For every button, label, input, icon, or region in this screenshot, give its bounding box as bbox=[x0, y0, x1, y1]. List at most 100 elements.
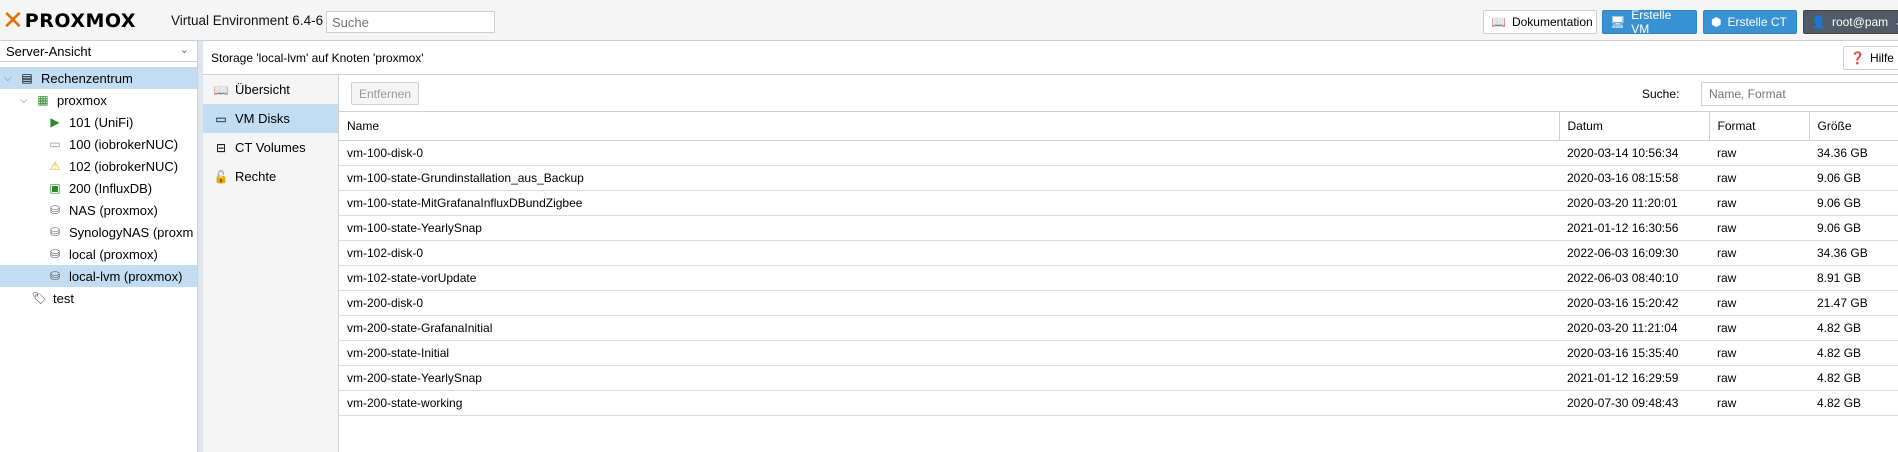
column-header-size[interactable]: Größe bbox=[1809, 112, 1898, 141]
tags-icon: 🏷 bbox=[31, 291, 47, 305]
tree-node-storage-local-lvm[interactable]: ⛁ local-lvm (proxmox) bbox=[0, 265, 197, 287]
cell-date: 2022-06-03 16:09:30 bbox=[1559, 240, 1709, 266]
table-row[interactable]: vm-200-state-working 2020-07-30 09:48:43 r… bbox=[339, 390, 1898, 416]
monitor-warning-icon: ⚠ bbox=[49, 159, 61, 173]
hdd-icon: ▭ bbox=[215, 111, 227, 126]
cell-date: 2022-06-03 08:40:10 bbox=[1559, 265, 1709, 291]
table-row[interactable]: vm-200-state-YearlySnap 2021-01-12 16:29:… bbox=[339, 365, 1898, 391]
tree-node-vm-200[interactable]: ▣ 200 (InfluxDB) bbox=[46, 177, 152, 199]
cell-format: raw bbox=[1709, 340, 1809, 366]
help-button[interactable]: ❓ Hilfe bbox=[1843, 46, 1898, 70]
cell-size: 34.36 GB bbox=[1809, 240, 1898, 266]
cell-name: vm-200-disk-0 bbox=[339, 290, 1559, 316]
table-row[interactable]: vm-100-disk-0 2020-03-14 10:56:34 raw 34.36… bbox=[339, 140, 1898, 166]
user-menu-button[interactable]: 👤root@pam⌄ bbox=[1803, 10, 1898, 34]
remove-button[interactable]: Entfernen bbox=[351, 82, 419, 105]
cell-name: vm-102-state-vorUpdate bbox=[339, 265, 1559, 291]
table-row[interactable]: vm-100-state-Grundinstallation_aus_Backu… bbox=[339, 165, 1898, 191]
cube-icon: ⬢ bbox=[1711, 15, 1722, 29]
cell-size: 9.06 GB bbox=[1809, 190, 1898, 216]
cell-date: 2021-01-12 16:30:56 bbox=[1559, 215, 1709, 241]
tree-node-datacenter[interactable]: ⌵ ▤ Rechenzentrum bbox=[0, 67, 197, 89]
cell-name: vm-102-disk-0 bbox=[339, 240, 1559, 266]
vm-disks-panel: Entfernen Suche: Name Datum Format Größe… bbox=[339, 75, 1898, 452]
chevron-down-icon: ⌵ bbox=[4, 72, 12, 84]
chevron-down-icon: ⌵ bbox=[20, 94, 28, 106]
storage-unknown-icon: ⛁ bbox=[49, 225, 61, 239]
container-running-icon: ▶ bbox=[50, 115, 60, 129]
server-online-icon: ▦ bbox=[37, 93, 49, 107]
filter-input[interactable] bbox=[1701, 82, 1898, 106]
cell-date: 2020-03-16 08:15:58 bbox=[1559, 165, 1709, 191]
cell-size: 4.82 GB bbox=[1809, 315, 1898, 341]
documentation-button[interactable]: 📖 Dokumentation bbox=[1483, 10, 1597, 34]
proxmox-logo: ✕ PROXMOX bbox=[2, 6, 137, 36]
cell-size: 21.47 GB bbox=[1809, 290, 1898, 316]
tree-node-vm-100[interactable]: ▭ 100 (iobrokerNUC) bbox=[46, 133, 178, 155]
server-rack-icon: ▤ bbox=[21, 71, 33, 85]
cell-size: 8.91 GB bbox=[1809, 265, 1898, 291]
create-vm-button[interactable]: 🖥 Erstelle VM bbox=[1602, 8, 1697, 36]
hdd-icon: ⊟ bbox=[215, 140, 227, 155]
question-circle-icon: ❓ bbox=[1850, 51, 1865, 65]
filter-label: Suche: bbox=[1642, 87, 1680, 101]
tree-node-storage-local[interactable]: ⛁ local (proxmox) bbox=[46, 243, 158, 265]
unlock-icon: 🔓 bbox=[213, 169, 229, 184]
toolbar: Entfernen Suche: bbox=[339, 75, 1898, 112]
storage-icon: ⛁ bbox=[49, 247, 61, 261]
tree-node-storage-synology[interactable]: ⛁ SynologyNAS (proxm bbox=[46, 221, 193, 243]
monitor-stopped-icon: ▭ bbox=[49, 137, 61, 151]
cell-format: raw bbox=[1709, 215, 1809, 241]
search-input[interactable] bbox=[326, 11, 495, 33]
cell-name: vm-200-state-working bbox=[339, 390, 1559, 416]
cell-name: vm-200-state-GrafanaInitial bbox=[339, 315, 1559, 341]
chevron-down-icon: ⌄ bbox=[179, 44, 189, 56]
table-row[interactable]: vm-102-state-vorUpdate 2022-06-03 08:40:1… bbox=[339, 265, 1898, 291]
column-header-format[interactable]: Format bbox=[1709, 112, 1810, 141]
tree-node-proxmox[interactable]: ⌵ ▦ proxmox bbox=[20, 89, 107, 111]
table-row[interactable]: vm-100-state-MitGrafanaInfluxDBundZigbee… bbox=[339, 190, 1898, 216]
table-row[interactable]: vm-200-state-GrafanaInitial 2020-03-20 11… bbox=[339, 315, 1898, 341]
cell-name: vm-100-state-Grundinstallation_aus_Backu… bbox=[339, 165, 1559, 191]
column-header-date[interactable]: Datum bbox=[1559, 112, 1710, 141]
cell-format: raw bbox=[1709, 240, 1809, 266]
table-row[interactable]: vm-100-state-YearlySnap 2021-01-12 16:30:… bbox=[339, 215, 1898, 241]
storage-unknown-icon: ⛁ bbox=[49, 203, 61, 217]
table-row[interactable]: vm-102-disk-0 2022-06-03 16:09:30 raw 34.36… bbox=[339, 240, 1898, 266]
view-selector[interactable]: Server-Ansicht ⌄ bbox=[0, 41, 197, 62]
tree-node-tag-test[interactable]: 🏷 test bbox=[30, 287, 74, 309]
cell-format: raw bbox=[1709, 190, 1809, 216]
storage-icon: ⛁ bbox=[49, 269, 61, 283]
cell-date: 2021-01-12 16:29:59 bbox=[1559, 365, 1709, 391]
cell-name: vm-200-state-YearlySnap bbox=[339, 365, 1559, 391]
tree-node-storage-nas[interactable]: ⛁ NAS (proxmox) bbox=[46, 199, 158, 221]
cell-size: 34.36 GB bbox=[1809, 140, 1898, 166]
create-ct-button[interactable]: ⬢ Erstelle CT bbox=[1703, 10, 1797, 34]
column-header-name[interactable]: Name bbox=[339, 112, 1560, 141]
cell-name: vm-200-state-Initial bbox=[339, 340, 1559, 366]
book-icon: 📖 bbox=[1491, 15, 1506, 29]
cell-date: 2020-03-16 15:35:40 bbox=[1559, 340, 1709, 366]
monitor-icon: 🖥 bbox=[1610, 15, 1626, 29]
cell-format: raw bbox=[1709, 365, 1809, 391]
tree-node-vm-102[interactable]: ⚠ 102 (iobrokerNUC) bbox=[46, 155, 178, 177]
table-row[interactable]: vm-200-disk-0 2020-03-16 15:20:42 raw 21.47… bbox=[339, 290, 1898, 316]
cell-date: 2020-07-30 09:48:43 bbox=[1559, 390, 1709, 416]
nav-overview[interactable]: 📖 Übersicht bbox=[203, 75, 338, 104]
cell-format: raw bbox=[1709, 390, 1809, 416]
tree-node-vm-101[interactable]: ▶ 101 (UniFi) bbox=[46, 111, 133, 133]
table-row[interactable]: vm-200-state-Initial 2020-03-16 15:35:40 r… bbox=[339, 340, 1898, 366]
cell-date: 2020-03-16 15:20:42 bbox=[1559, 290, 1709, 316]
cell-date: 2020-03-14 10:56:34 bbox=[1559, 140, 1709, 166]
storage-nav: 📖 Übersicht ▭ VM Disks ⊟ CT Volumes 🔓 Rechte bbox=[203, 75, 339, 452]
top-header: ✕PROXMOX Virtual Environment 6.4-6 📖Doku… bbox=[0, 0, 1898, 41]
nav-ct-volumes[interactable]: ⊟ CT Volumes bbox=[203, 133, 338, 162]
nav-permissions[interactable]: 🔓 Rechte bbox=[203, 162, 338, 191]
cell-format: raw bbox=[1709, 165, 1809, 191]
cell-name: vm-100-state-MitGrafanaInfluxDBundZigbee bbox=[339, 190, 1559, 216]
page-title: Storage 'local-lvm' auf Knoten 'proxmox'… bbox=[203, 41, 1898, 75]
cell-size: 4.82 GB bbox=[1809, 340, 1898, 366]
cell-date: 2020-03-20 11:21:04 bbox=[1559, 315, 1709, 341]
cell-format: raw bbox=[1709, 290, 1809, 316]
nav-vm-disks[interactable]: ▭ VM Disks bbox=[203, 104, 338, 133]
